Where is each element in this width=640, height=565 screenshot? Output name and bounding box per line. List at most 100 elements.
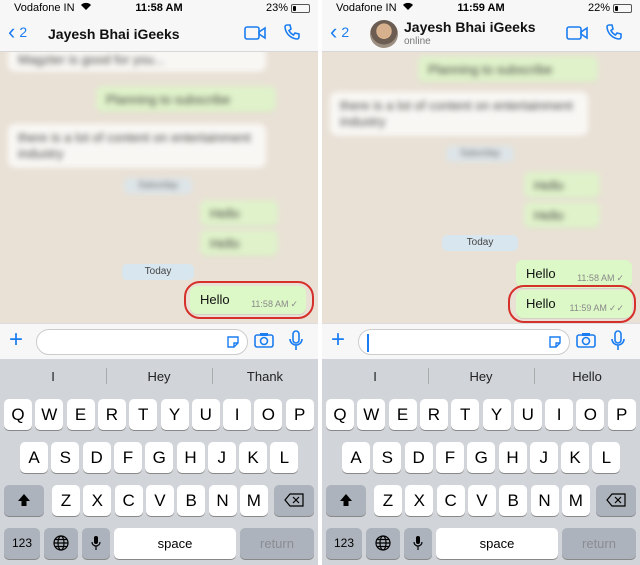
key-u[interactable]: U — [191, 399, 220, 430]
suggestion-2[interactable]: Hey — [428, 369, 534, 384]
microphone-icon[interactable] — [611, 330, 625, 357]
space-key[interactable]: space — [114, 528, 236, 559]
key-c[interactable]: C — [436, 485, 465, 516]
date-divider: Today — [442, 235, 518, 251]
key-o[interactable]: O — [254, 399, 283, 430]
shift-key[interactable] — [4, 485, 44, 516]
suggestion-3[interactable]: Thank — [212, 369, 318, 384]
message-text: Planning to subscribe — [428, 62, 553, 77]
dictation-key[interactable] — [404, 528, 432, 559]
delete-key[interactable] — [274, 485, 314, 516]
key-n[interactable]: N — [208, 485, 237, 516]
dictation-key[interactable] — [82, 528, 110, 559]
key-y[interactable]: Y — [482, 399, 511, 430]
sticker-icon[interactable] — [226, 335, 240, 354]
numbers-key[interactable]: 123 — [326, 528, 362, 559]
contact-name[interactable]: Jayesh Bhai iGeeks — [404, 19, 536, 35]
key-f[interactable]: F — [435, 442, 464, 473]
message-outgoing: Planning to subscribe — [418, 56, 598, 82]
message-input[interactable] — [358, 329, 570, 355]
delete-key[interactable] — [596, 485, 636, 516]
video-call-icon[interactable] — [244, 25, 266, 46]
key-d[interactable]: D — [82, 442, 111, 473]
key-e[interactable]: E — [388, 399, 417, 430]
message-outgoing: Hello — [524, 202, 600, 228]
key-x[interactable]: X — [405, 485, 434, 516]
globe-key[interactable] — [366, 528, 400, 559]
phone-call-icon[interactable] — [605, 23, 623, 46]
key-m[interactable]: M — [561, 485, 590, 516]
suggestion-1[interactable]: I — [322, 369, 428, 384]
key-j[interactable]: J — [207, 442, 236, 473]
numbers-key[interactable]: 123 — [4, 528, 40, 559]
sticker-icon[interactable] — [548, 335, 562, 354]
video-call-icon[interactable] — [566, 25, 588, 46]
key-z[interactable]: Z — [374, 485, 402, 516]
suggestion-3[interactable]: Hello — [534, 369, 640, 384]
space-key[interactable]: space — [436, 528, 558, 559]
key-f[interactable]: F — [113, 442, 142, 473]
key-h[interactable]: H — [498, 442, 527, 473]
key-i[interactable]: I — [223, 399, 252, 430]
globe-key[interactable] — [44, 528, 78, 559]
key-c[interactable]: C — [114, 485, 143, 516]
key-n[interactable]: N — [530, 485, 559, 516]
key-q[interactable]: Q — [326, 399, 354, 430]
key-z[interactable]: Z — [52, 485, 80, 516]
key-m[interactable]: M — [239, 485, 268, 516]
message-time: 11:58 AM ✓ — [577, 273, 624, 283]
avatar[interactable] — [370, 20, 398, 48]
key-j[interactable]: J — [529, 442, 558, 473]
return-key[interactable]: return — [562, 528, 636, 559]
key-k[interactable]: K — [561, 442, 590, 473]
key-t[interactable]: T — [129, 399, 158, 430]
return-key[interactable]: return — [240, 528, 314, 559]
sent-check-icon: ✓ — [616, 273, 624, 283]
key-l[interactable]: L — [592, 442, 621, 473]
key-i[interactable]: I — [545, 399, 574, 430]
key-v[interactable]: V — [145, 485, 174, 516]
key-g[interactable]: G — [145, 442, 174, 473]
camera-icon[interactable] — [254, 332, 274, 353]
chat-area: Magzter is good for you... Planning to s… — [0, 52, 318, 323]
key-t[interactable]: T — [451, 399, 480, 430]
key-s[interactable]: S — [373, 442, 402, 473]
plus-icon[interactable]: + — [331, 328, 345, 352]
shift-key[interactable] — [326, 485, 366, 516]
key-w[interactable]: W — [35, 399, 64, 430]
suggestion-2[interactable]: Hey — [106, 369, 212, 384]
key-d[interactable]: D — [404, 442, 433, 473]
key-g[interactable]: G — [467, 442, 496, 473]
message-outgoing[interactable]: Hello 11:58 AM ✓ — [516, 260, 632, 288]
key-b[interactable]: B — [177, 485, 206, 516]
key-h[interactable]: H — [176, 442, 205, 473]
key-v[interactable]: V — [467, 485, 496, 516]
key-k[interactable]: K — [239, 442, 268, 473]
key-a[interactable]: A — [20, 442, 48, 473]
phone-call-icon[interactable] — [283, 23, 301, 46]
key-a[interactable]: A — [342, 442, 370, 473]
key-o[interactable]: O — [576, 399, 605, 430]
key-p[interactable]: P — [285, 399, 314, 430]
suggestion-1[interactable]: I — [0, 369, 106, 384]
key-u[interactable]: U — [513, 399, 542, 430]
back-button[interactable]: ‹ 2 — [8, 21, 27, 43]
key-q[interactable]: Q — [4, 399, 32, 430]
key-r[interactable]: R — [97, 399, 126, 430]
key-l[interactable]: L — [270, 442, 299, 473]
key-p[interactable]: P — [607, 399, 636, 430]
back-button[interactable]: ‹ 2 — [330, 21, 349, 43]
microphone-icon[interactable] — [289, 330, 303, 357]
key-x[interactable]: X — [83, 485, 112, 516]
key-y[interactable]: Y — [160, 399, 189, 430]
key-b[interactable]: B — [499, 485, 528, 516]
plus-icon[interactable]: + — [9, 328, 23, 352]
camera-icon[interactable] — [576, 332, 596, 353]
message-input[interactable] — [36, 329, 248, 355]
contact-name[interactable]: Jayesh Bhai iGeeks — [48, 26, 180, 42]
key-s[interactable]: S — [51, 442, 80, 473]
key-r[interactable]: R — [419, 399, 448, 430]
key-w[interactable]: W — [357, 399, 386, 430]
message-text: Hello — [526, 266, 556, 281]
key-e[interactable]: E — [66, 399, 95, 430]
